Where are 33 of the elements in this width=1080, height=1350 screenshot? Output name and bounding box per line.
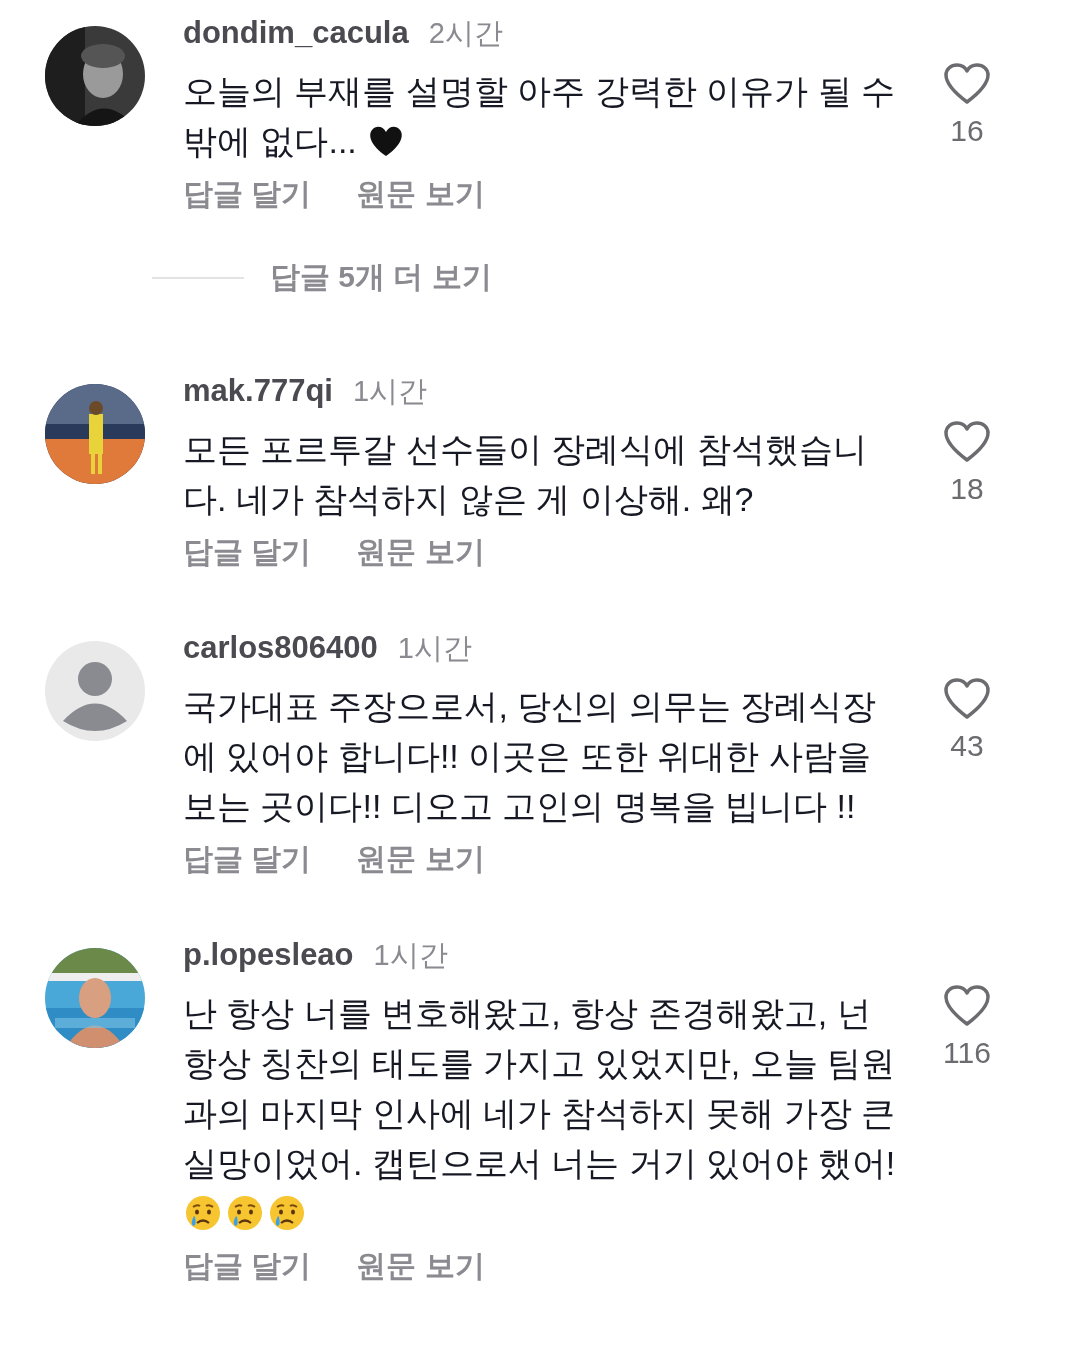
action-link[interactable]: 답글 달기	[183, 532, 312, 573]
timestamp: 1시간	[352, 374, 428, 409]
username[interactable]: carlos806400	[183, 630, 378, 666]
action-link[interactable]: 답글 달기	[183, 1246, 312, 1287]
crying-face-emoji-icon	[225, 1193, 265, 1233]
heart-icon[interactable]	[943, 984, 991, 1028]
heart-icon[interactable]	[943, 420, 991, 464]
avatar-icon	[45, 641, 145, 741]
action-link[interactable]: 원문 보기	[356, 1246, 485, 1287]
action-link[interactable]: 답글 달기	[183, 174, 312, 215]
like-count: 116	[943, 1036, 991, 1070]
username[interactable]: mak.777qi	[183, 373, 333, 409]
like-count: 43	[950, 729, 984, 763]
heart-icon[interactable]	[943, 62, 991, 106]
timestamp: 1시간	[397, 631, 472, 666]
action-link[interactable]: 원문 보기	[356, 532, 485, 573]
crying-face-emoji-icon	[267, 1193, 307, 1233]
action-link[interactable]: 원문 보기	[356, 174, 485, 215]
username[interactable]: p.lopesleao	[183, 937, 354, 973]
timestamp: 2시간	[428, 16, 503, 51]
comment-text: 모든 포르투갈 선수들이 장례식에 참석했습니다. 네가 참석하지 않은 게 이상해. 왜?	[183, 429, 868, 520]
crying-face-emoji-icon	[183, 1193, 223, 1233]
like-count: 16	[950, 114, 984, 148]
comment-text: 난 항상 너를 변호해왔고, 항상 존경해왔고, 넌 항상 칭찬의 태도를 가지고 있었지만, 오늘 팀원과의 마지막 인사에 네가 참석하지 못해 가장 큰 실망이었어. 캡틴으로서 너는 거기 있어야 했어!	[183, 988, 905, 1238]
comment-text: 오늘의 부재를 설명할 아주 강력한 이유가 될 수 밖에 없다...	[183, 71, 897, 163]
timestamp: 1시간	[373, 938, 448, 973]
heart-icon[interactable]	[943, 677, 991, 721]
like-count: 18	[950, 472, 984, 506]
comment-text: 국가대표 주장으로서, 당신의 의무는 장례식장에 있어야 합니다!! 이곳은 또한 위대한 사람을 보는 곳이다!! 디오고 고인의 명복을 빕니다 !!	[183, 686, 878, 827]
action-link[interactable]: 원문 보기	[356, 839, 485, 880]
view-replies-link[interactable]: 답글 5개 더 보기	[270, 257, 492, 298]
username[interactable]: dondim_cacula	[183, 15, 409, 51]
action-link[interactable]: 답글 달기	[183, 839, 312, 880]
